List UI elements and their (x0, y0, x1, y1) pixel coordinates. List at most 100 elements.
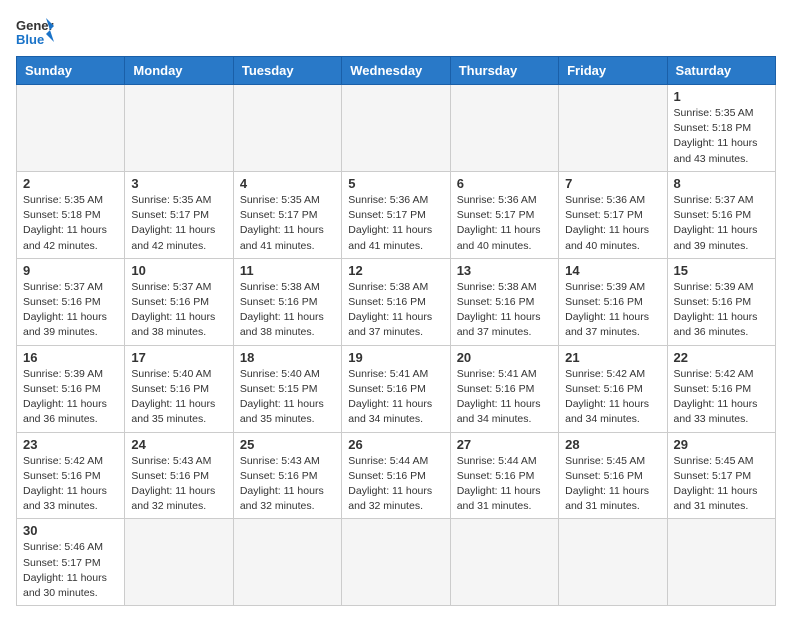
sunrise-text: Sunrise: 5:35 AM (23, 194, 103, 206)
calendar-cell: 27Sunrise: 5:44 AMSunset: 5:16 PMDayligh… (450, 432, 558, 519)
sunset-text: Sunset: 5:16 PM (565, 383, 643, 395)
calendar-week-row: 1Sunrise: 5:35 AMSunset: 5:18 PMDaylight… (17, 85, 776, 172)
sunset-text: Sunset: 5:16 PM (565, 296, 643, 308)
sunset-text: Sunset: 5:17 PM (457, 209, 535, 221)
daylight-text: Daylight: 11 hours and 30 minutes. (23, 572, 107, 599)
daylight-text: Daylight: 11 hours and 37 minutes. (457, 311, 541, 338)
daylight-text: Daylight: 11 hours and 36 minutes. (23, 398, 107, 425)
calendar-cell: 17 Sunrise: 5:40 AM Sunset: 5:16 PM Dayligh… (125, 345, 233, 432)
sunset-text: Sunset: 5:17 PM (674, 470, 752, 482)
sunrise-text: Sunrise: 5:41 AM (457, 368, 537, 380)
sunset-text: Sunset: 5:17 PM (565, 209, 643, 221)
day-info: Sunrise: 5:43 AMSunset: 5:16 PMDaylight:… (131, 454, 226, 515)
sunset-text: Sunset: 5:16 PM (457, 296, 535, 308)
day-number: 12 (348, 263, 443, 278)
daylight-text: Daylight: 11 hours and 37 minutes. (348, 311, 432, 338)
logo-icon: General Blue (16, 16, 54, 48)
sunrise-text: Sunrise: 5:41 AM (348, 368, 428, 380)
day-info: Sunrise: 5:41 AMSunset: 5:16 PMDaylight:… (457, 367, 552, 428)
calendar-cell: 7 Sunrise: 5:36 AMSunset: 5:17 PMDaylight… (559, 171, 667, 258)
sunset-text: Sunset: 5:16 PM (348, 383, 426, 395)
day-info: Sunrise: 5:37 AMSunset: 5:16 PMDaylight:… (674, 193, 769, 254)
sunset-text: Sunset: 5:16 PM (23, 383, 101, 395)
calendar-cell (559, 85, 667, 172)
sunrise-text: Sunrise: 5:42 AM (674, 368, 754, 380)
daylight-text: Daylight: 11 hours and 38 minutes. (131, 311, 215, 338)
calendar-cell: 30Sunrise: 5:46 AMSunset: 5:17 PMDayligh… (17, 519, 125, 606)
weekday-row: SundayMondayTuesdayWednesdayThursdayFrid… (17, 57, 776, 85)
day-info: Sunrise: 5:40 AM Sunset: 5:16 PM Daylight:… (131, 367, 226, 428)
svg-text:Blue: Blue (16, 32, 44, 47)
day-number: 8 (674, 176, 769, 191)
daylight-text: Daylight: 11 hours and 33 minutes. (674, 398, 758, 425)
sunset-text: Sunset: 5:15 PM (240, 383, 318, 395)
calendar-cell (559, 519, 667, 606)
sunrise-text: Sunrise: 5:42 AM (565, 368, 645, 380)
day-number: 24 (131, 437, 226, 452)
day-number: 2 (23, 176, 118, 191)
sunrise-text: Sunrise: 5:36 AM (457, 194, 537, 206)
day-number: 17 (131, 350, 226, 365)
daylight-text: Daylight: 11 hours and 31 minutes. (565, 485, 649, 512)
daylight-text: Daylight: 11 hours and 39 minutes. (23, 311, 107, 338)
sunrise-text: Sunrise: 5:35 AM (240, 194, 320, 206)
calendar-cell: 11Sunrise: 5:38 AMSunset: 5:16 PMDayligh… (233, 258, 341, 345)
sunset-text: Sunset: 5:16 PM (131, 296, 209, 308)
day-info: Sunrise: 5:36 AMSunset: 5:17 PMDaylight:… (457, 193, 552, 254)
sunset-text: Sunset: 5:18 PM (23, 209, 101, 221)
calendar-cell: 10Sunrise: 5:37 AMSunset: 5:16 PMDayligh… (125, 258, 233, 345)
day-info: Sunrise: 5:35 AMSunset: 5:18 PMDaylight:… (23, 193, 118, 254)
sunset-text: Sunset: 5:16 PM (23, 470, 101, 482)
day-number: 28 (565, 437, 660, 452)
calendar-cell: 15Sunrise: 5:39 AMSunset: 5:16 PMDayligh… (667, 258, 775, 345)
day-number: 26 (348, 437, 443, 452)
day-number: 20 (457, 350, 552, 365)
day-info: Sunrise: 5:41 AMSunset: 5:16 PMDaylight:… (348, 367, 443, 428)
sunrise-text: Sunrise: 5:40 AM (131, 368, 211, 380)
sunrise-text: Sunrise: 5:44 AM (348, 455, 428, 467)
calendar-cell: 24 Sunrise: 5:43 AMSunset: 5:16 PMDayligh… (125, 432, 233, 519)
sunset-text: Sunset: 5:17 PM (240, 209, 318, 221)
daylight-text: Daylight: 11 hours and 42 minutes. (131, 224, 215, 251)
day-info: Sunrise: 5:35 AMSunset: 5:17 PMDaylight:… (131, 193, 226, 254)
daylight-text: Daylight: 11 hours and 39 minutes. (674, 224, 758, 251)
day-info: Sunrise: 5:45 AMSunset: 5:17 PMDaylight:… (674, 454, 769, 515)
calendar-cell: 12Sunrise: 5:38 AMSunset: 5:16 PMDayligh… (342, 258, 450, 345)
sunset-text: Sunset: 5:16 PM (674, 383, 752, 395)
day-number: 29 (674, 437, 769, 452)
day-info: Sunrise: 5:45 AMSunset: 5:16 PMDaylight:… (565, 454, 660, 515)
calendar-cell: 19Sunrise: 5:41 AMSunset: 5:16 PMDayligh… (342, 345, 450, 432)
day-number: 1 (674, 89, 769, 104)
sunset-text: Sunset: 5:16 PM (131, 470, 209, 482)
day-number: 7 (565, 176, 660, 191)
calendar-cell: 2Sunrise: 5:35 AMSunset: 5:18 PMDaylight… (17, 171, 125, 258)
day-number: 21 (565, 350, 660, 365)
sunrise-text: Sunrise: 5:38 AM (240, 281, 320, 293)
calendar-cell (233, 85, 341, 172)
day-number: 9 (23, 263, 118, 278)
calendar-cell (233, 519, 341, 606)
weekday-header: Tuesday (233, 57, 341, 85)
sunrise-text: Sunrise: 5:46 AM (23, 541, 103, 553)
calendar-cell: 16Sunrise: 5:39 AMSunset: 5:16 PMDayligh… (17, 345, 125, 432)
daylight-text: Daylight: 11 hours and 35 minutes. (131, 398, 215, 425)
day-info: Sunrise: 5:36 AMSunset: 5:17 PMDaylight:… (565, 193, 660, 254)
calendar-cell: 14Sunrise: 5:39 AMSunset: 5:16 PMDayligh… (559, 258, 667, 345)
sunset-text: Sunset: 5:16 PM (565, 470, 643, 482)
daylight-text: Daylight: 11 hours and 40 minutes. (565, 224, 649, 251)
sunrise-text: Sunrise: 5:37 AM (23, 281, 103, 293)
calendar-cell (17, 85, 125, 172)
sunrise-text: Sunrise: 5:44 AM (457, 455, 537, 467)
sunset-text: Sunset: 5:16 PM (131, 383, 209, 395)
daylight-text: Daylight: 11 hours and 38 minutes. (240, 311, 324, 338)
sunset-text: Sunset: 5:16 PM (240, 470, 318, 482)
day-number: 23 (23, 437, 118, 452)
day-info: Sunrise: 5:44 AMSunset: 5:16 PMDaylight:… (348, 454, 443, 515)
sunset-text: Sunset: 5:17 PM (131, 209, 209, 221)
day-info: Sunrise: 5:42 AMSunset: 5:16 PMDaylight:… (565, 367, 660, 428)
day-info: Sunrise: 5:38 AMSunset: 5:16 PMDaylight:… (240, 280, 335, 341)
sunset-text: Sunset: 5:16 PM (457, 383, 535, 395)
calendar-cell: 23Sunrise: 5:42 AMSunset: 5:16 PMDayligh… (17, 432, 125, 519)
sunset-text: Sunset: 5:16 PM (23, 296, 101, 308)
calendar-week-row: 23Sunrise: 5:42 AMSunset: 5:16 PMDayligh… (17, 432, 776, 519)
